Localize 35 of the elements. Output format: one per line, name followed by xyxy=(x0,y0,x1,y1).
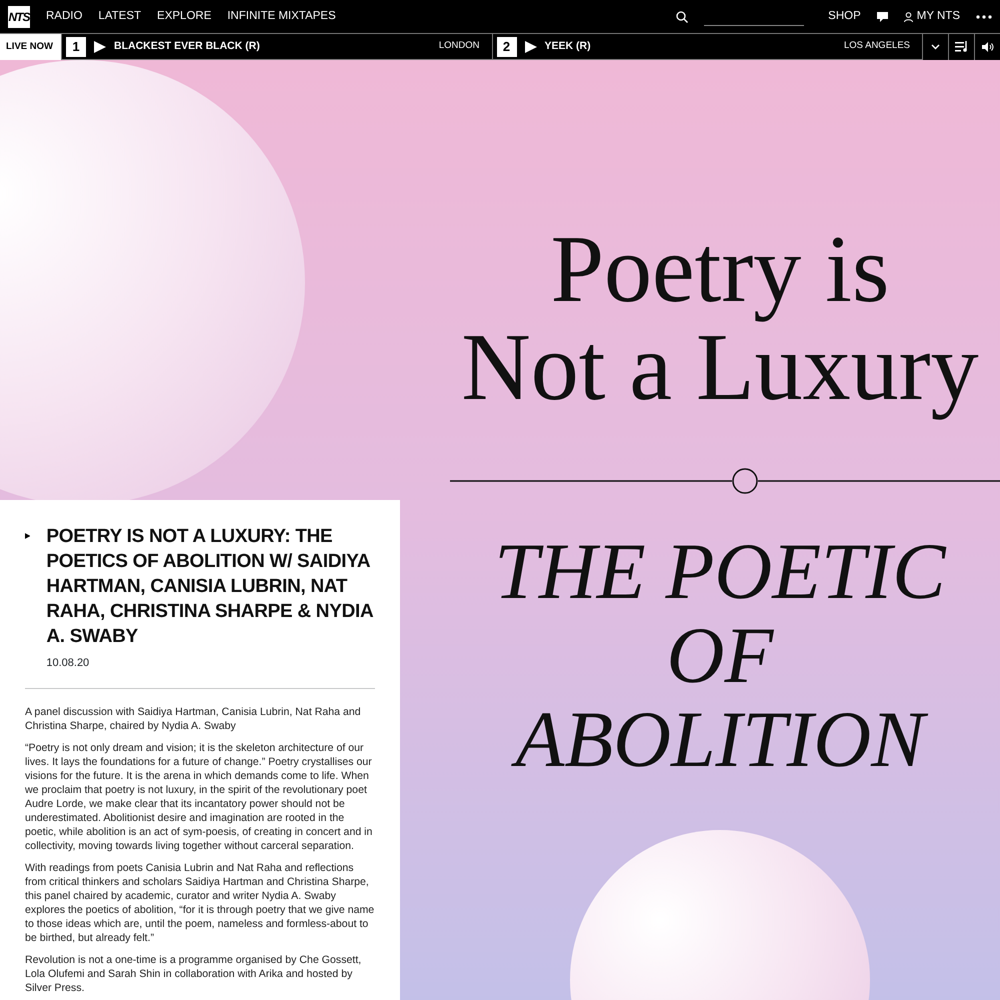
expand-button[interactable] xyxy=(922,34,948,60)
channel-number: 2 xyxy=(496,36,516,56)
episode-date: 10.08.20 xyxy=(46,656,90,671)
live-now-label: LIVE NOW xyxy=(0,34,61,60)
description-paragraph: Revolution is not a one-time is a programme organised by Che Gossett, Lola Olufemi and Sarah Shin in collaboration with Arika and hosted by Silver Press. xyxy=(25,952,362,994)
speaker-icon xyxy=(982,42,994,52)
playlist-icon xyxy=(954,41,968,52)
nav-link[interactable]: RADIO xyxy=(46,8,82,26)
user-icon xyxy=(904,12,913,22)
logo[interactable]: NTS xyxy=(8,6,30,28)
nav-link[interactable]: LATEST xyxy=(98,8,142,26)
play-icon[interactable] xyxy=(524,40,536,52)
play-icon[interactable] xyxy=(94,40,106,52)
volume-button[interactable] xyxy=(974,34,1000,60)
episode-title: POETRY IS NOT A LUXURY: THE POETICS OF ABOLITION W/ SAIDIYA HARTMAN, CANISIA LUBRIN, NAT RAHA, CHRISTINA SHARPE & NYDIA A. SWABY xyxy=(46,525,374,649)
artwork-text: ABOLITION xyxy=(440,698,1000,782)
channel-number: 1 xyxy=(66,36,86,56)
playlist-button[interactable] xyxy=(948,34,974,60)
more-icon[interactable] xyxy=(976,14,992,18)
artwork-text: THE POETIC xyxy=(493,530,948,614)
description-paragraph: A panel discussion with Saidiya Hartman, Canisia Lubrin, Nat Raha and Christina Sharpe, chaired by Nydia A. Swaby xyxy=(25,704,362,732)
my-nts-link[interactable]: MY NTS xyxy=(904,8,960,26)
location-label: LOS ANGELES xyxy=(844,39,911,54)
nav-link[interactable]: INFINITE MIXTAPES xyxy=(227,8,336,26)
search-icon[interactable] xyxy=(676,10,688,22)
description-paragraph: With readings from poets Canisia Lubrin and Nat Raha and reflections from critical thinkers and scholars Saidiya Hartman and Christina Sharpe, this panel chaired by academic, curator and writer Nydia A. Swaby explores the poetics of abolition, “for it is through poetry that we give name to those ideas which are, until the poem, nameless and formless-about to be birthed, but already felt.” xyxy=(25,860,375,944)
show-title[interactable]: YEEK (R) xyxy=(544,38,591,54)
shop-link[interactable]: SHOP xyxy=(828,8,861,26)
chat-icon[interactable] xyxy=(876,12,888,22)
chevron-down-icon xyxy=(931,44,940,50)
description-paragraph: “Poetry is not only dream and vision; it is the skeleton architecture of our lives. It lays the foundations for a future of change.” Poetry crystallises our visions for the future. It is the arena in which demands come to life. When we proclaim that poetry is not luxury, in the spirit of the revolutionary poet Audre Lorde, we make clear that its incantatory power should not be underestimated. Abolitionist desire and imagination are rooted in the poetic, while abolition is an act of sym-poesis, of creating in concert and in collectivity, moving towards living together without carceral separation. xyxy=(25,740,374,852)
artwork-text: OF xyxy=(666,614,775,698)
location-label: LONDON xyxy=(438,39,480,54)
nav-link[interactable]: EXPLORE xyxy=(157,8,212,26)
show-title[interactable]: BLACKEST EVER BLACK (R) xyxy=(114,38,260,54)
